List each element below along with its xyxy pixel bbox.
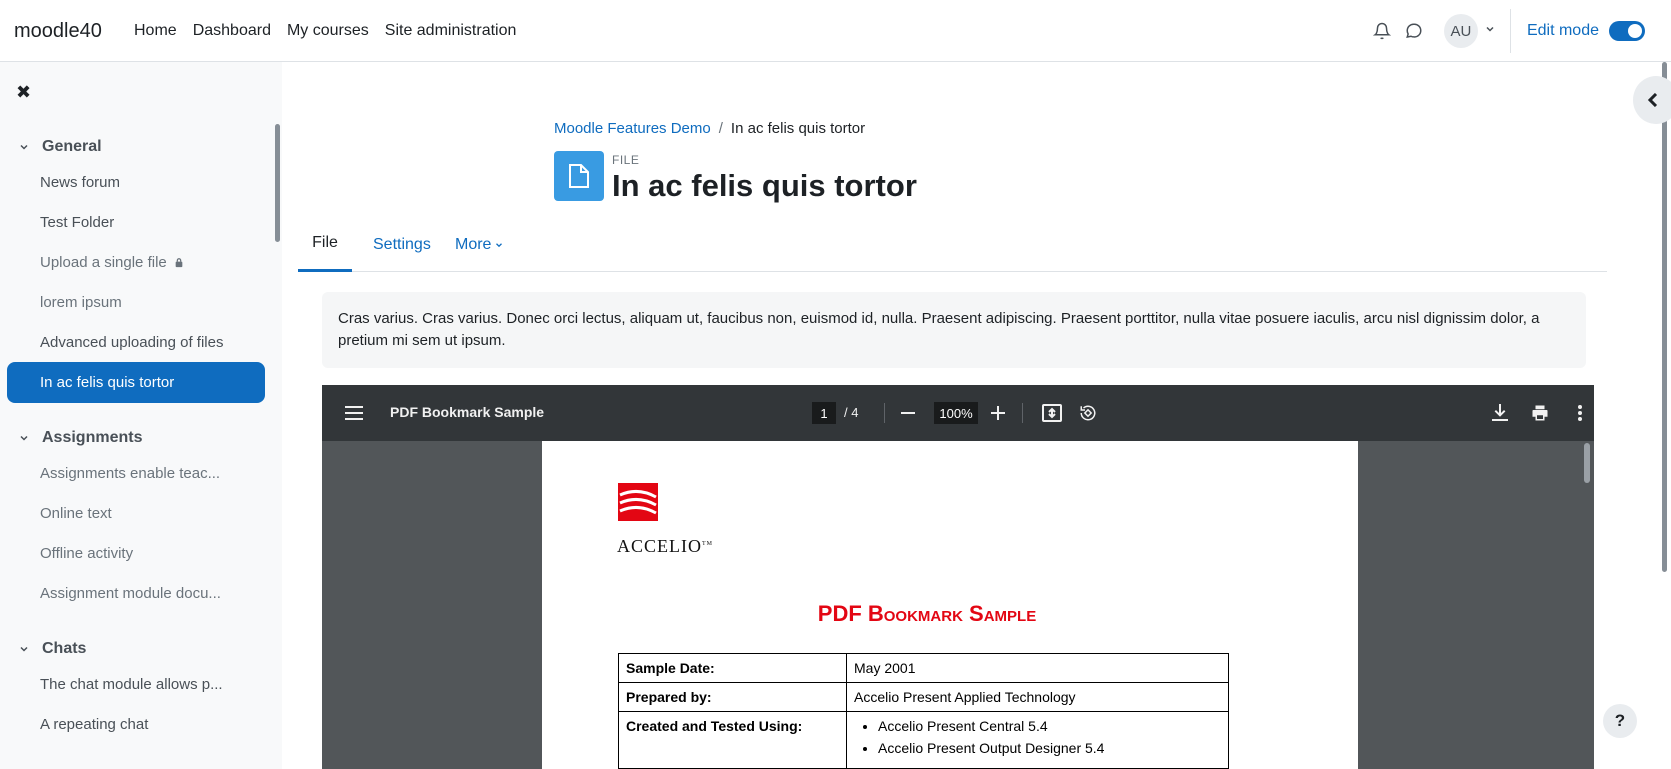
- nav-home[interactable]: Home: [134, 22, 177, 40]
- table-row: Created and Tested Using: Accelio Presen…: [618, 711, 1229, 769]
- activity-type-label: FILE: [612, 153, 640, 167]
- secondary-navigation: File Settings More: [298, 217, 1607, 272]
- main-content: Moodle Features Demo / In ac felis quis to…: [282, 62, 1671, 769]
- nav-dashboard[interactable]: Dashboard: [193, 22, 271, 40]
- file-icon: [554, 151, 604, 201]
- chevron-down-icon: [496, 242, 503, 247]
- section-general[interactable]: General: [18, 138, 102, 156]
- section-assignments[interactable]: Assignments: [18, 429, 142, 447]
- pdf-page-total: / 4: [844, 405, 859, 420]
- pdf-page-input[interactable]: 1: [812, 402, 836, 424]
- section-title-general: General: [42, 138, 102, 155]
- page-scrollbar[interactable]: [1662, 62, 1667, 572]
- fit-page-icon[interactable]: [1038, 399, 1066, 427]
- download-icon[interactable]: [1486, 399, 1514, 427]
- section-chats[interactable]: Chats: [18, 640, 86, 658]
- pdf-menu-icon[interactable]: [340, 399, 368, 427]
- navbar-divider: [1509, 9, 1511, 53]
- user-avatar[interactable]: AU: [1443, 14, 1478, 48]
- open-block-drawer-button[interactable]: [1633, 76, 1671, 124]
- site-brand[interactable]: moodle40: [14, 20, 102, 43]
- table-value: Accelio Present Central 5.4 Accelio Pres…: [846, 711, 1229, 769]
- table-key: Sample Date:: [618, 653, 847, 683]
- tab-file[interactable]: File: [298, 217, 352, 272]
- section-title-assignments: Assignments: [42, 429, 143, 446]
- accelio-logo-text: ACCELIOTM: [617, 536, 713, 557]
- edit-mode-toggle[interactable]: [1609, 21, 1645, 41]
- print-icon[interactable]: [1526, 399, 1554, 427]
- breadcrumb-course-link[interactable]: Moodle Features Demo: [554, 120, 711, 137]
- edit-mode-label: Edit mode: [1526, 22, 1599, 39]
- lock-icon: [175, 258, 183, 268]
- breadcrumb: Moodle Features Demo / In ac felis quis to…: [554, 120, 865, 137]
- course-item-advanced-uploading[interactable]: Advanced uploading of files: [7, 322, 265, 363]
- doc-title-text: PDF Bookmark Sample: [817, 601, 1037, 626]
- pdf-info-table: Sample Date: May 2001 Prepared by: Accel…: [618, 653, 1229, 769]
- nav-site-administration[interactable]: Site administration: [385, 22, 517, 40]
- chevron-down-icon: [20, 435, 28, 441]
- list-item: Accelio Present Output Designer 5.4: [878, 740, 1221, 756]
- pdf-scrollbar[interactable]: [1584, 443, 1590, 483]
- course-item-offline-activity[interactable]: Offline activity: [7, 533, 265, 574]
- toolbar-separator: [884, 403, 885, 423]
- pdf-document-title: PDF Bookmark Sample: [542, 601, 1312, 627]
- logo-trademark: TM: [702, 541, 713, 547]
- table-key: Prepared by:: [618, 682, 847, 712]
- close-drawer-icon[interactable]: ✖: [16, 82, 31, 103]
- pdf-toolbar: PDF Bookmark Sample 1 / 4 100%: [322, 385, 1594, 441]
- top-navbar: moodle40 Home Dashboard My courses Site …: [0, 0, 1671, 62]
- nav-my-courses[interactable]: My courses: [287, 22, 369, 40]
- accelio-logo-icon: [618, 483, 658, 521]
- logo-wordmark: ACCELIO: [617, 536, 702, 556]
- course-item-repeating-chat[interactable]: A repeating chat: [7, 704, 265, 745]
- messages-icon[interactable]: [1398, 15, 1430, 47]
- course-item-assignments-enable[interactable]: Assignments enable teac...: [7, 453, 265, 494]
- notifications-bell-icon[interactable]: [1366, 15, 1398, 47]
- pdf-page: ACCELIOTM PDF Bookmark Sample Sample Dat…: [542, 441, 1358, 769]
- course-item-test-folder[interactable]: Test Folder: [7, 202, 265, 243]
- course-item-chat-module[interactable]: The chat module allows p...: [7, 664, 265, 705]
- table-value: Accelio Present Applied Technology: [846, 682, 1229, 712]
- breadcrumb-separator: /: [718, 120, 723, 137]
- list-item: Accelio Present Central 5.4: [878, 718, 1221, 734]
- course-item-assignment-module-docu[interactable]: Assignment module docu...: [7, 573, 265, 614]
- zoom-out-icon[interactable]: [894, 399, 922, 427]
- tab-more[interactable]: More: [455, 217, 504, 272]
- help-button[interactable]: ?: [1603, 704, 1637, 738]
- course-item-news-forum[interactable]: News forum: [7, 162, 265, 203]
- pdf-filename: PDF Bookmark Sample: [390, 404, 545, 420]
- chevron-down-icon: [20, 646, 28, 652]
- rotate-icon[interactable]: [1074, 399, 1102, 427]
- table-value: May 2001: [846, 653, 1229, 683]
- table-row: Sample Date: May 2001: [618, 653, 1229, 683]
- tab-more-label: More: [455, 235, 492, 253]
- page-title: In ac felis quis tortor: [612, 168, 917, 203]
- table-row: Prepared by: Accelio Present Applied Tec…: [618, 682, 1229, 712]
- course-item-in-ac-felis[interactable]: In ac felis quis tortor: [7, 362, 265, 403]
- course-index-drawer: ✖ General News forum Test Folder Upload …: [0, 62, 282, 769]
- user-menu-chevron-down-icon[interactable]: [1484, 22, 1496, 40]
- section-title-chats: Chats: [42, 640, 87, 657]
- activity-description: Cras varius. Cras varius. Donec orci lec…: [322, 292, 1586, 368]
- zoom-in-icon[interactable]: [984, 399, 1012, 427]
- pdf-viewer: PDF Bookmark Sample 1 / 4 100% ACCELIOTM…: [322, 385, 1594, 769]
- primary-navigation: Home Dashboard My courses Site administr…: [134, 22, 532, 40]
- chevron-left-icon: [1647, 93, 1658, 107]
- pdf-zoom-input[interactable]: 100%: [934, 402, 978, 424]
- course-item-label: Upload a single file: [40, 254, 167, 271]
- more-options-icon[interactable]: [1566, 399, 1594, 427]
- breadcrumb-current: In ac felis quis tortor: [730, 120, 866, 137]
- toolbar-separator: [1022, 403, 1023, 423]
- course-item-lorem-ipsum[interactable]: lorem ipsum: [7, 282, 265, 323]
- course-item-upload-single-file[interactable]: Upload a single file: [7, 242, 265, 283]
- chevron-down-icon: [20, 144, 28, 150]
- drawer-scrollbar[interactable]: [275, 124, 280, 242]
- tab-settings[interactable]: Settings: [373, 217, 431, 272]
- course-item-online-text[interactable]: Online text: [7, 493, 265, 534]
- table-key: Created and Tested Using:: [618, 711, 847, 769]
